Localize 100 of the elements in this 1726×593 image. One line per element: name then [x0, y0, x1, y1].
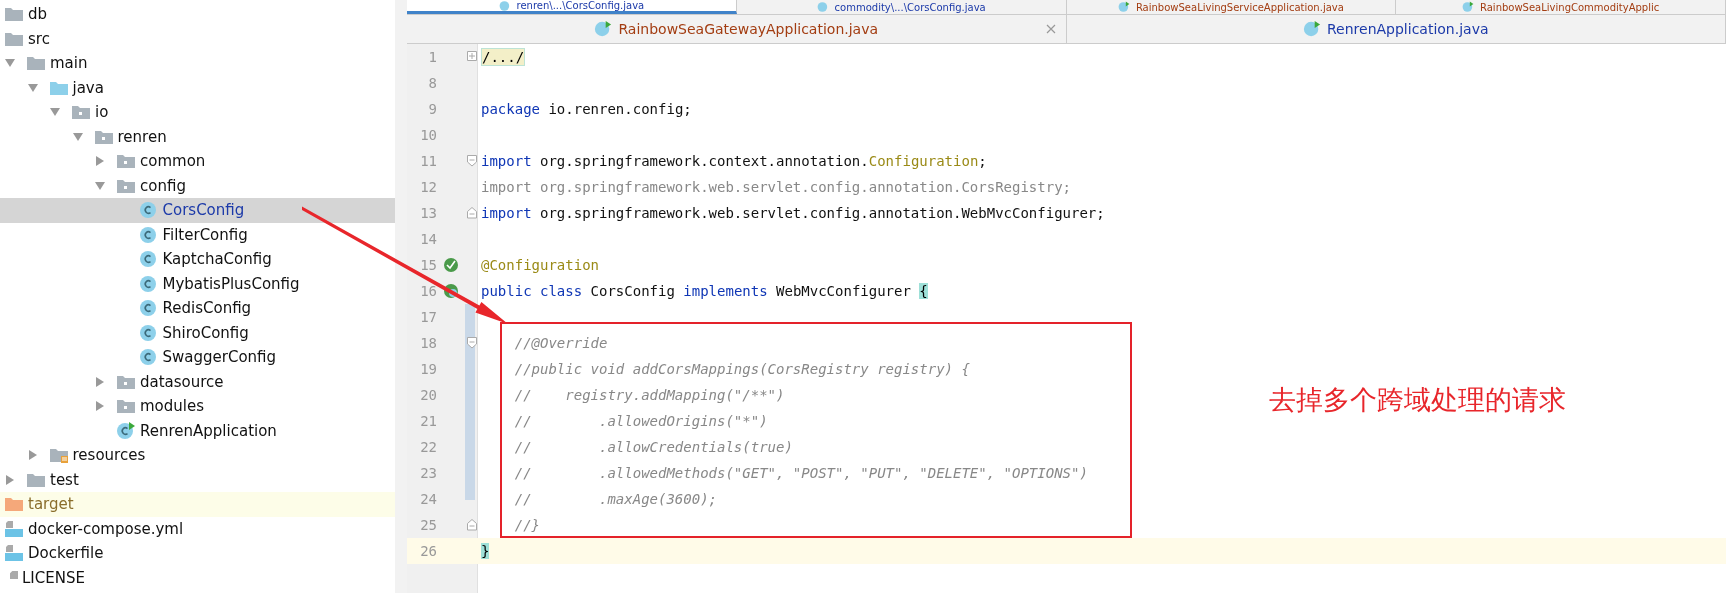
line-number: 11	[419, 153, 437, 169]
collapsed-arrow-icon[interactable]	[4, 473, 16, 486]
expanded-arrow-icon[interactable]	[26, 81, 39, 94]
line-number: 10	[419, 127, 437, 143]
tree-item[interactable]: datasource	[0, 369, 395, 394]
tree-item[interactable]: RedisConfig	[0, 296, 395, 321]
class-icon	[498, 0, 511, 11]
line-number: 16	[419, 283, 437, 299]
tree-item-label: docker-compose.yml	[28, 519, 184, 538]
tree-item[interactable]: db	[0, 2, 395, 27]
package-icon	[116, 177, 136, 194]
tree-item-label: target	[28, 495, 74, 514]
collapsed-arrow-icon[interactable]	[94, 400, 106, 413]
tree-item[interactable]: io	[0, 100, 395, 125]
folder-icon	[4, 6, 24, 23]
tree-item[interactable]: FilterConfig	[0, 222, 395, 247]
tree-item[interactable]: ShiroConfig	[0, 320, 395, 345]
tree-item-label: CorsConfig	[162, 201, 245, 220]
package-icon	[116, 373, 136, 390]
run-class-icon	[1303, 20, 1321, 38]
line-number: 24	[419, 491, 437, 507]
package-icon	[93, 128, 114, 145]
docker-file-icon	[4, 544, 24, 563]
line-number: 17	[419, 309, 437, 325]
class-icon	[138, 250, 159, 269]
tree-item[interactable]: RenrenApplication	[0, 418, 395, 443]
tree-item-label: RenrenApplication	[140, 421, 277, 440]
code-line: // .allowCredentials(true)	[513, 439, 793, 455]
tree-item[interactable]: src	[0, 26, 395, 51]
tree-item[interactable]: config	[0, 173, 395, 198]
code-line: import org.springframework.web.servlet.config.annotation.WebMvcConfigurer;	[480, 205, 1105, 221]
run-class-icon	[1117, 1, 1130, 13]
code-line: // .allowedMethods("GET", "POST", "PUT", "DELETE", "OPTIONS")	[513, 465, 1088, 481]
tree-item[interactable]: LICENSE	[0, 565, 395, 590]
tree-item-label: common	[140, 152, 206, 171]
line-number: 8	[427, 75, 437, 91]
tree-item-label: MybatisPlusConfig	[162, 274, 300, 293]
collapsed-arrow-icon[interactable]	[94, 375, 106, 388]
tree-item-label: config	[140, 176, 186, 195]
class-icon	[138, 225, 159, 244]
tab-label: commodity\...\CorsConfig.java	[834, 1, 986, 13]
line-number: 15	[419, 257, 437, 273]
tree-item[interactable]: common	[0, 149, 395, 174]
tab-label: RenrenApplication.java	[1327, 21, 1489, 37]
line-number: 9	[427, 101, 437, 117]
tree-item[interactable]: MybatisPlusConfig	[0, 271, 395, 296]
line-number: 14	[419, 231, 437, 247]
expanded-arrow-icon[interactable]	[94, 179, 106, 192]
code-line: //public void addCorsMappings(CorsRegistry registry) {	[513, 361, 970, 377]
package-icon	[116, 398, 136, 415]
tree-item[interactable]: KaptchaConfig	[0, 247, 395, 272]
editor-tab[interactable]: RenrenApplication.java	[1066, 15, 1726, 43]
code-line: // registry.addMapping("/**")	[513, 387, 785, 403]
tree-item[interactable]: java	[0, 75, 395, 100]
tree-item-label: modules	[140, 397, 205, 416]
file-icon	[10, 570, 18, 579]
line-number: 20	[419, 387, 437, 403]
tree-item-label: test	[50, 470, 79, 489]
fold-icon[interactable]	[467, 519, 477, 531]
code-line: //@Override	[513, 335, 608, 351]
class-icon	[816, 1, 829, 13]
folder-icon	[4, 30, 24, 47]
expanded-arrow-icon[interactable]	[71, 130, 84, 143]
folder-icon	[26, 471, 46, 488]
class-icon	[138, 299, 159, 318]
tree-item[interactable]: docker-compose.yml	[0, 516, 395, 541]
fold-icon[interactable]	[467, 207, 477, 219]
tree-item[interactable]: main	[0, 51, 395, 76]
tree-item-label: db	[28, 5, 48, 24]
tree-item[interactable]: test	[0, 467, 395, 492]
fold-icon[interactable]	[467, 155, 477, 167]
tree-item-label: KaptchaConfig	[162, 250, 272, 269]
tree-item-label: FilterConfig	[162, 225, 248, 244]
tab-label: RainbowSeaGatewayApplication.java	[618, 21, 879, 37]
line-number: 19	[419, 361, 437, 377]
collapsed-arrow-icon[interactable]	[26, 449, 39, 462]
tree-item-label: java	[72, 78, 104, 97]
code-line: // .maxAge(3600);	[513, 491, 717, 507]
tree-item[interactable]: target	[0, 492, 395, 517]
collapsed-arrow-icon[interactable]	[94, 155, 106, 168]
tree-item[interactable]: SwaggerConfig	[0, 345, 395, 370]
class-icon	[138, 323, 159, 342]
tree-item[interactable]: renren	[0, 124, 395, 149]
editor-tab[interactable]: renren\...\CorsConfig.java	[407, 0, 737, 14]
editor-tab[interactable]: commodity\...\CorsConfig.java	[736, 0, 1067, 14]
editor-tab[interactable]: RainbowSeaGatewayApplication.java	[407, 15, 1067, 43]
code-line: //}	[513, 517, 540, 533]
editor-tab[interactable]: RainbowSeaLivingCommodityApplic	[1396, 0, 1726, 14]
editor-tab[interactable]: RainbowSeaLivingServiceApplication.java	[1066, 0, 1397, 14]
tree-item[interactable]: resources	[0, 443, 395, 468]
expand-fold-icon[interactable]	[467, 51, 477, 63]
run-class-icon	[1462, 1, 1474, 13]
bean-icon[interactable]	[443, 257, 459, 273]
tree-item[interactable]: modules	[0, 394, 395, 419]
tree-item[interactable]: CorsConfig	[0, 198, 395, 223]
tree-item[interactable]: Dockerfile	[0, 541, 395, 566]
tree-item-label: main	[50, 54, 88, 73]
close-icon[interactable]	[1045, 24, 1056, 34]
class-icon	[138, 201, 159, 220]
fold-icon[interactable]	[467, 337, 477, 349]
